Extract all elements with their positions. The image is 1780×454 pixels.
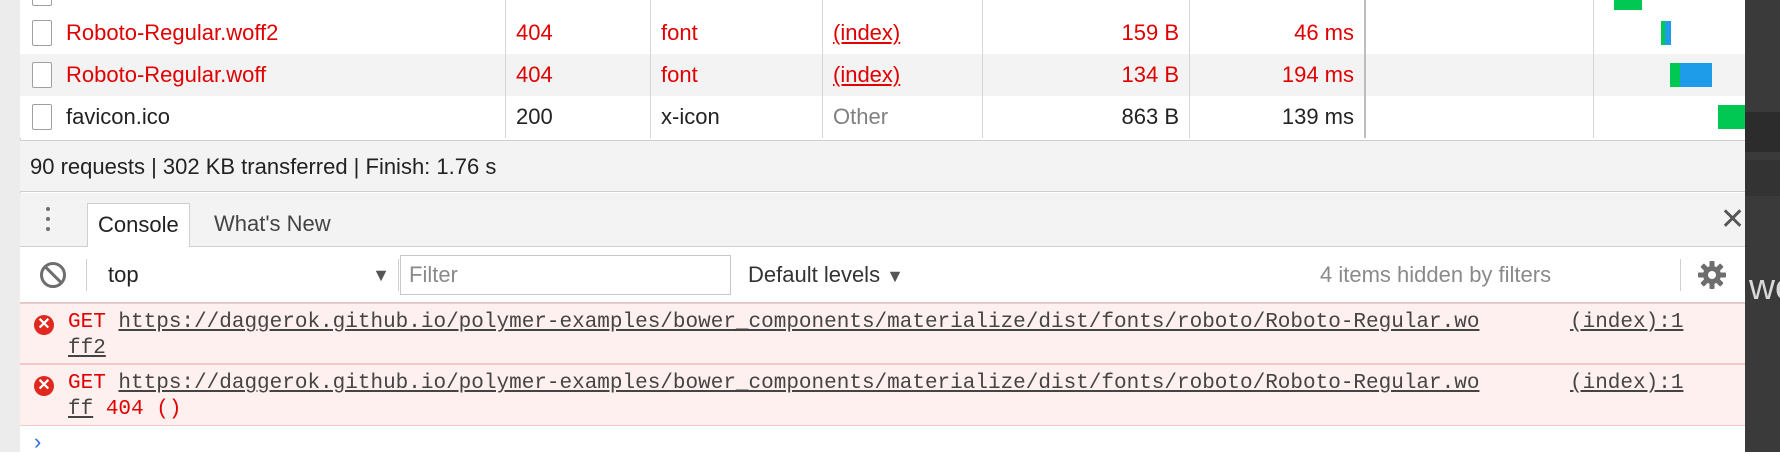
request-initiator: (index) <box>823 12 983 54</box>
request-url-link-continued[interactable]: ff2 <box>68 337 106 360</box>
clear-console-icon[interactable] <box>40 262 66 288</box>
error-icon: ✕ <box>34 315 54 335</box>
cell-waterfall <box>1366 96 1594 138</box>
cell-waterfall <box>1366 54 1594 96</box>
waterfall-bar <box>1670 63 1680 87</box>
waterfall-bar <box>1665 21 1671 45</box>
request-time: 46 ms <box>1190 12 1366 54</box>
request-initiator: Other <box>823 96 983 138</box>
request-url-link-continued[interactable]: ff <box>68 398 93 421</box>
request-time: 139 ms <box>1190 96 1366 138</box>
tab-console[interactable]: Console <box>87 203 190 247</box>
file-icon <box>32 62 52 88</box>
initiator-link[interactable]: (index) <box>833 62 900 87</box>
request-method: GET <box>68 372 106 395</box>
console-error-message: ✕ GET https://daggerok.github.io/polymer… <box>20 303 1745 364</box>
request-url-link[interactable]: https://daggerok.github.io/polymer-examp… <box>118 311 1479 334</box>
request-status: 404 <box>506 12 651 54</box>
cell-waterfall <box>1594 12 1745 54</box>
filter-input[interactable] <box>400 255 731 295</box>
cell-waterfall <box>1366 12 1594 54</box>
request-type: font <box>651 12 823 54</box>
log-levels-dropdown[interactable]: Default levels ▼ <box>748 255 904 295</box>
cell-name: favicon.ico <box>20 96 506 138</box>
file-icon <box>32 0 52 6</box>
console-toolbar: top ▼ Default levels▼ 4 items hidden by … <box>20 247 1745 303</box>
request-type: x-icon <box>651 96 823 138</box>
error-icon: ✕ <box>34 376 54 396</box>
message-line: ff2 <box>68 336 106 362</box>
levels-label: Default levels <box>748 262 881 287</box>
request-initiator: (index) <box>823 54 983 96</box>
console-messages: ✕ GET https://daggerok.github.io/polymer… <box>20 303 1745 453</box>
table-row[interactable]: Roboto-Regular.woff 404 font (index) 134… <box>20 54 1745 96</box>
close-icon[interactable]: ✕ <box>1720 205 1745 235</box>
toolbar-separator <box>398 259 399 291</box>
console-prompt-icon[interactable]: › <box>34 431 41 453</box>
request-time: 194 ms <box>1190 54 1366 96</box>
waterfall-bar <box>1718 105 1745 129</box>
left-gutter <box>0 0 21 452</box>
request-size: 863 B <box>983 96 1190 138</box>
page-text-fragment: we <box>1749 266 1780 307</box>
cell-name: Roboto-Regular.woff <box>20 54 506 96</box>
error-suffix: 404 () <box>105 398 182 421</box>
table-row[interactable]: Roboto-Regular.woff2 404 font (index) 15… <box>20 12 1745 54</box>
dark-band <box>1745 160 1780 196</box>
request-name: Roboto-Regular.woff <box>66 62 267 87</box>
request-status: 404 <box>506 54 651 96</box>
request-type: font <box>651 54 823 96</box>
toolbar-separator <box>1680 259 1681 291</box>
more-tools-icon[interactable] <box>46 207 50 233</box>
file-icon <box>32 104 52 130</box>
context-value: top <box>108 262 139 287</box>
console-error-message: ✕ GET https://daggerok.github.io/polymer… <box>20 364 1745 426</box>
file-icon <box>32 20 52 46</box>
cell-waterfall <box>1594 96 1745 138</box>
table-row[interactable] <box>20 0 1745 14</box>
dropdown-arrow-icon: ▼ <box>886 266 904 286</box>
request-status: 200 <box>506 96 651 138</box>
message-source-link[interactable]: (index):1 <box>1570 310 1683 336</box>
hidden-items-count: 4 items hidden by filters <box>1320 262 1552 287</box>
table-row[interactable]: favicon.ico 200 x-icon Other 863 B 139 m… <box>20 96 1745 138</box>
page-background-strip: we <box>1745 0 1780 452</box>
request-method: GET <box>68 311 106 334</box>
request-url-link[interactable]: https://daggerok.github.io/polymer-examp… <box>118 372 1479 395</box>
message-line: ff 404 () <box>68 397 181 423</box>
context-selector[interactable]: top ▼ <box>92 255 392 295</box>
request-size: 134 B <box>983 54 1190 96</box>
network-table: Roboto-Regular.woff2 404 font (index) 15… <box>20 0 1745 140</box>
waterfall-bar <box>1680 63 1712 87</box>
drawer-tab-bar: Console What's New ✕ <box>20 193 1745 247</box>
request-name: favicon.ico <box>66 104 170 129</box>
message-line: GET https://daggerok.github.io/polymer-e… <box>68 371 1479 397</box>
network-summary: 90 requests | 302 KB transferred | Finis… <box>20 140 1745 192</box>
cell-name: Roboto-Regular.woff2 <box>20 12 506 54</box>
request-size: 159 B <box>983 12 1190 54</box>
initiator-link[interactable]: (index) <box>833 20 900 45</box>
gear-icon[interactable] <box>1696 259 1728 291</box>
cell-waterfall <box>1594 54 1745 96</box>
waterfall-bar <box>1614 0 1642 10</box>
dropdown-arrow-icon: ▼ <box>372 265 390 285</box>
toolbar-separator <box>86 259 87 291</box>
message-source-link[interactable]: (index):1 <box>1570 371 1683 397</box>
dark-band <box>1745 112 1780 152</box>
request-name: Roboto-Regular.woff2 <box>66 20 279 45</box>
message-line: GET https://daggerok.github.io/polymer-e… <box>68 310 1479 336</box>
tab-whats-new[interactable]: What's New <box>204 203 341 247</box>
